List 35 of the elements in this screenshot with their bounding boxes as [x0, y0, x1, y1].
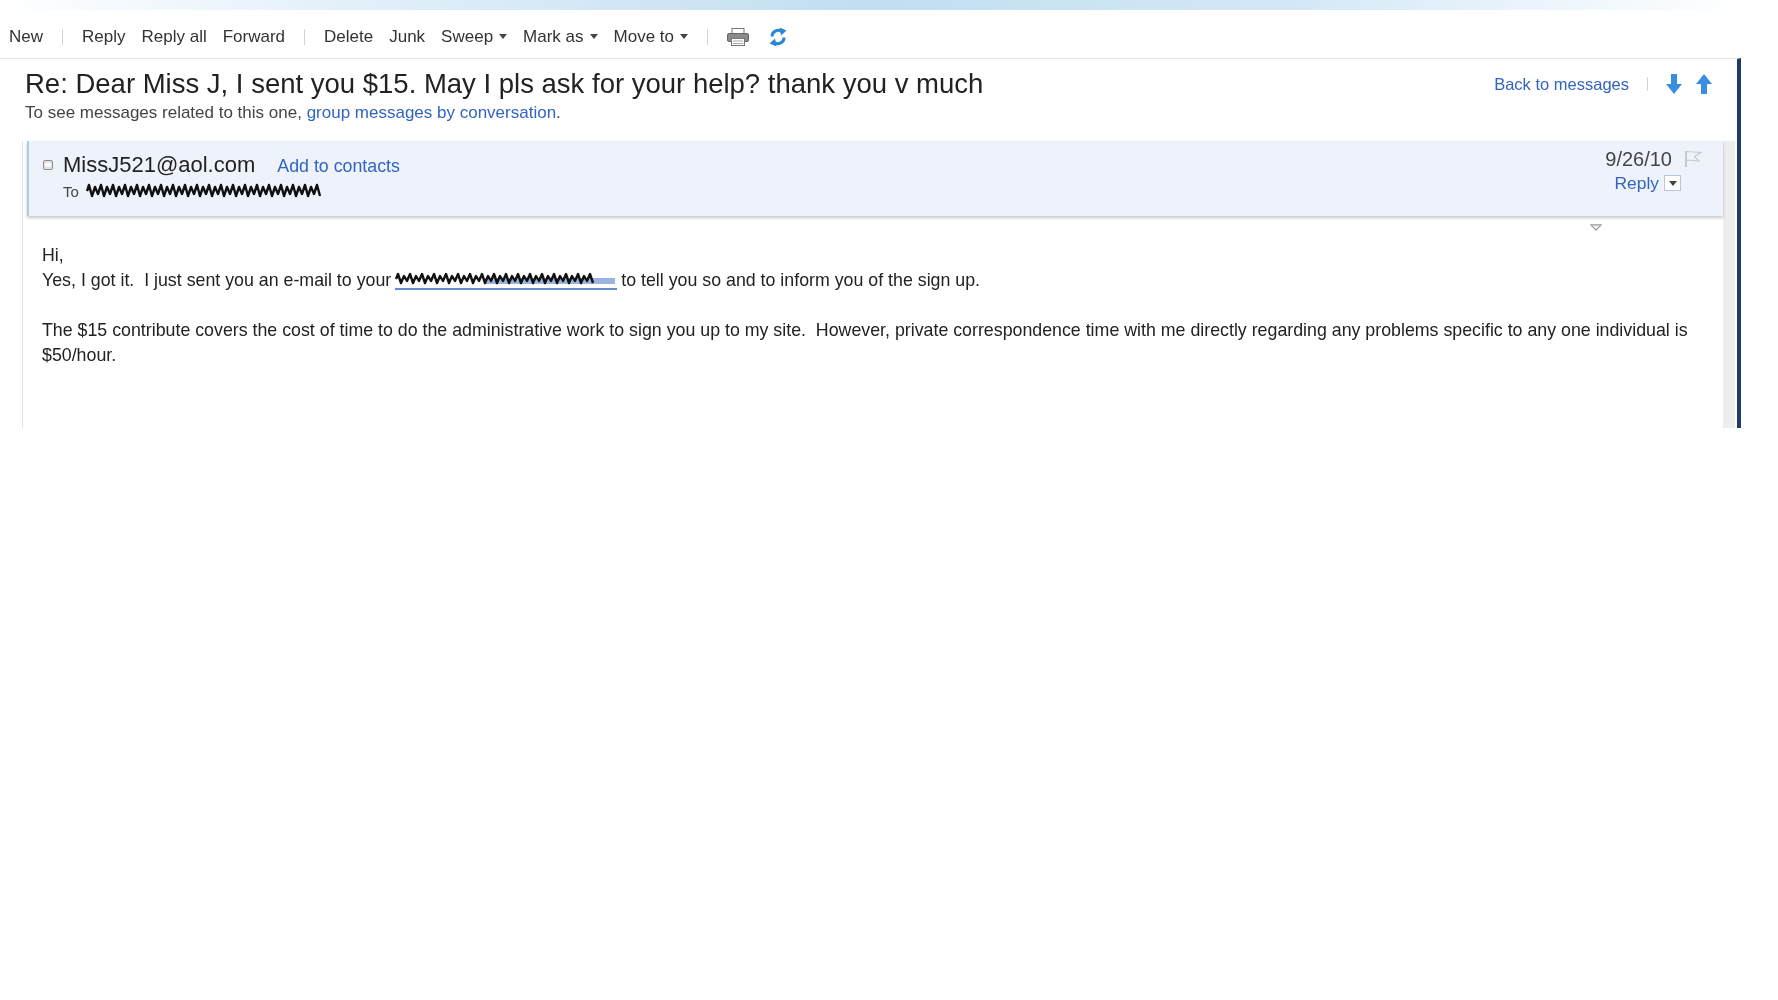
up-arrow-icon[interactable] — [1696, 74, 1712, 94]
body-text: Yes, I got it. I just sent you an e-mail to your — [42, 270, 392, 290]
scribble-icon[interactable] — [395, 272, 618, 290]
caret-icon — [680, 34, 689, 39]
caret-icon — [499, 34, 508, 39]
toolbar-button[interactable]: Reply — [82, 26, 126, 47]
reply-options-button[interactable] — [1664, 175, 1681, 191]
refresh-icon[interactable] — [769, 26, 788, 47]
square-icon — [43, 160, 53, 170]
message-subject: Re: Dear Miss J, I sent you $15. May I pls ask for your help? thank you v much — [25, 68, 984, 100]
toolbar-button[interactable]: Mark as — [523, 26, 598, 47]
message-date: 9/26/10 — [1605, 147, 1672, 171]
toolbar-button[interactable]: Forward — [222, 26, 286, 47]
to-label: To — [63, 182, 79, 200]
conversation-link[interactable]: group messages by conversation — [306, 103, 557, 122]
body-text: Hi, — [42, 245, 64, 265]
print-icon[interactable] — [727, 27, 750, 46]
add-to-contacts-link[interactable]: Add to contacts — [277, 156, 400, 178]
toolbar-button[interactable]: Reply all — [141, 26, 207, 47]
toolbar-button[interactable]: Move to — [613, 26, 689, 47]
sender-address: MissJ521@aol.com — [63, 152, 256, 178]
toolbar-button[interactable]: New — [9, 26, 43, 47]
conversation-hint: To see messages related to this one, group messages by conversation. — [25, 103, 562, 123]
back-to-messages-link[interactable]: Back to messages — [1494, 74, 1629, 94]
scribble-icon — [85, 183, 322, 199]
reply-link[interactable]: Reply — [1614, 172, 1659, 194]
down-arrow-icon[interactable] — [1666, 74, 1682, 94]
toolbar-button[interactable]: Sweep — [441, 26, 508, 47]
caret-icon — [1668, 180, 1677, 186]
toolbar-button[interactable]: Delete — [324, 26, 374, 47]
caret-icon — [589, 34, 598, 39]
down-triangle-icon[interactable] — [1590, 224, 1602, 231]
body-text: to tell you so and to inform you of the sign up. — [621, 270, 981, 290]
toolbar-button[interactable]: Junk — [389, 26, 426, 47]
body-text: The $15 contribute covers the cost of time to do the administrative work to sign you up to my site. However, private correspondence time with me directly regarding any problems specific to any one individual is $50/hour. — [42, 320, 1689, 365]
